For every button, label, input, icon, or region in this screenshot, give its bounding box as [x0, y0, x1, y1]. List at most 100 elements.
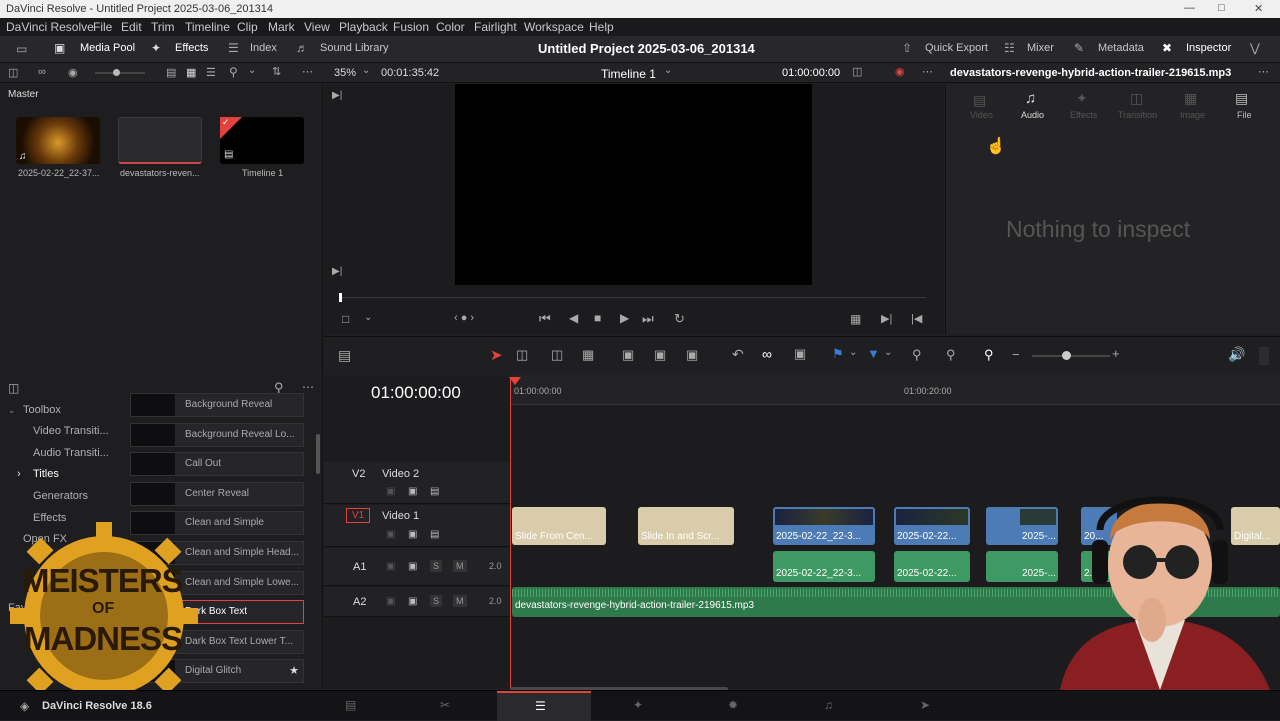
expand-icon[interactable]: ⋁ [1250, 41, 1260, 55]
quick-export-button[interactable]: Quick Export [925, 42, 988, 54]
auto-select-icon[interactable]: ▣ [408, 486, 417, 497]
fx-call-out[interactable]: Call Out [130, 452, 304, 476]
search-icon[interactable]: ⚲ [229, 65, 238, 79]
effects-more-icon[interactable]: ⋯ [302, 380, 314, 394]
crop-icon[interactable]: □ [342, 312, 349, 326]
menu-file[interactable]: File [93, 20, 112, 34]
replace-clip-icon[interactable]: ▣ [686, 347, 698, 363]
menu-view[interactable]: View [304, 20, 330, 34]
viewer-options-icon[interactable]: ◫ [852, 65, 862, 78]
track-id-v1[interactable]: V1 [346, 508, 371, 523]
page-deliver[interactable]: ➤ [880, 691, 974, 721]
menu-color[interactable]: Color [436, 20, 465, 34]
tree-video-transitions[interactable]: Video Transiti... [33, 425, 109, 437]
tree-toolbox[interactable]: Toolbox [23, 404, 61, 416]
flag-chevron-icon[interactable]: ⌄ [849, 347, 857, 358]
close-icon[interactable]: ✕ [1254, 2, 1263, 15]
zoom-chevron-icon[interactable]: ⌄ [362, 65, 370, 76]
audio-clip[interactable]: 2025-02-22_22-3... [773, 551, 875, 582]
bypass-icon[interactable]: ◉ [895, 65, 905, 78]
chevron-down-icon[interactable]: ⌄ [8, 405, 16, 416]
track-name-v1[interactable]: Video 1 [382, 510, 419, 522]
snapping-icon[interactable]: ↶ [732, 346, 744, 363]
fx-background-reveal-lower[interactable]: Background Reveal Lo... [130, 423, 304, 447]
menu-fairlight[interactable]: Fairlight [474, 20, 517, 34]
tab-image[interactable]: Image [1180, 110, 1205, 120]
menu-timeline[interactable]: Timeline [185, 20, 230, 34]
tab-transition[interactable]: Transition [1118, 110, 1157, 120]
jog-icon[interactable]: ‹ ● › [454, 312, 474, 324]
volume-icon[interactable]: 🔊 [1228, 346, 1245, 363]
zoom-in-icon[interactable]: + [1112, 346, 1120, 361]
linked-selection-icon[interactable]: ∞ [762, 346, 772, 362]
list-view-icon[interactable]: ▤ [166, 66, 176, 79]
chevron-down-icon[interactable]: ⌄ [248, 65, 256, 76]
overwrite-clip-icon[interactable]: ▣ [654, 347, 666, 363]
out-point-icon[interactable]: ▶| [881, 312, 892, 325]
track-enable-icon[interactable]: ▤ [430, 529, 439, 540]
metadata-button[interactable]: Metadata [1098, 42, 1144, 54]
media-thumb-video[interactable]: ♫ [16, 117, 100, 164]
grid-view-icon[interactable]: ▦ [186, 66, 196, 79]
menu-playback[interactable]: Playback [339, 20, 388, 34]
viewer-expand-icon[interactable]: ▶| [332, 90, 342, 101]
thumb-size-handle[interactable] [113, 69, 120, 76]
media-thumb-audio[interactable] [118, 117, 202, 164]
media-label-timeline[interactable]: Timeline 1 [242, 168, 283, 178]
lock-icon[interactable]: ▣ [386, 561, 395, 572]
timeline-zoom-handle[interactable] [1062, 351, 1071, 360]
page-media[interactable]: ▤ [305, 691, 399, 721]
effects-button[interactable]: Effects [175, 42, 208, 54]
inspector-more-icon[interactable]: ⋯ [1258, 65, 1269, 78]
audio-clip[interactable]: 2025-02-22... [894, 551, 970, 582]
skip-end-icon[interactable]: ⏭ [642, 311, 654, 327]
lock-icon[interactable]: ▣ [386, 596, 395, 607]
fx-background-reveal[interactable]: Background Reveal [130, 393, 304, 417]
effects-scrollbar[interactable] [316, 434, 320, 474]
zoom-detail-icon[interactable]: ⚲ [946, 347, 956, 363]
timeline-view-icon[interactable]: ▤ [338, 347, 351, 364]
auto-select-icon[interactable]: ▣ [408, 529, 417, 540]
title-clip[interactable]: Slide From Cen... [512, 507, 606, 545]
chevron-right-icon[interactable]: › [17, 468, 21, 480]
menu-mark[interactable]: Mark [268, 20, 295, 34]
tab-effects[interactable]: Effects [1070, 110, 1097, 120]
media-pool-button[interactable]: Media Pool [80, 42, 135, 54]
crop-chevron-icon[interactable]: ⌄ [364, 312, 372, 323]
effects-panel-toggle-icon[interactable]: ◫ [8, 381, 19, 395]
auto-select-icon[interactable]: ▣ [408, 596, 417, 607]
zoom-custom-icon[interactable]: ⚲ [984, 347, 994, 363]
play-reverse-icon[interactable]: ◀ [569, 311, 578, 325]
dynamic-trim-icon[interactable]: ◫ [551, 347, 563, 363]
mute-button[interactable]: M [453, 560, 467, 572]
video-clip[interactable]: 2025-02-22_22-3... [773, 507, 875, 545]
page-color[interactable]: ✹ [688, 691, 782, 721]
solo-button[interactable]: S [430, 560, 443, 572]
media-label-video[interactable]: 2025-02-22_22-37... [18, 168, 100, 178]
zoom-level[interactable]: 35% [334, 67, 356, 79]
scrubber-playhead[interactable] [339, 293, 342, 302]
track-id-a2[interactable]: A2 [353, 596, 366, 608]
zoom-out-icon[interactable]: − [1012, 347, 1020, 362]
viewer-more-icon[interactable]: ⋯ [922, 65, 933, 78]
auto-select-icon[interactable]: ▣ [408, 561, 417, 572]
position-lock-icon[interactable]: ▣ [794, 346, 806, 362]
playhead-line[interactable] [510, 377, 511, 688]
index-button[interactable]: Index [250, 42, 277, 54]
timeline-ruler[interactable]: 01:00:00:00 01:00:20:00 [510, 375, 1280, 405]
menu-workspace[interactable]: Workspace [524, 20, 584, 34]
menu-davinci[interactable]: DaVinci Resolve [6, 20, 94, 34]
bin-name[interactable]: Master [8, 89, 39, 100]
menu-trim[interactable]: Trim [151, 20, 175, 34]
page-cut[interactable]: ✂ [400, 691, 494, 721]
tab-file[interactable]: File [1237, 110, 1252, 120]
zoom-full-icon[interactable]: ⚲ [912, 347, 922, 363]
viewer-collapse-icon[interactable]: ▶| [332, 266, 342, 277]
more-options-icon[interactable]: ⋯ [302, 65, 313, 78]
maximize-icon[interactable]: □ [1218, 2, 1225, 14]
track-name-v2[interactable]: Video 2 [382, 468, 419, 480]
tree-audio-transitions[interactable]: Audio Transiti... [33, 447, 109, 459]
tree-titles[interactable]: Titles [33, 468, 59, 480]
menu-edit[interactable]: Edit [121, 20, 142, 34]
selection-tool-icon[interactable]: ➤ [490, 346, 503, 364]
